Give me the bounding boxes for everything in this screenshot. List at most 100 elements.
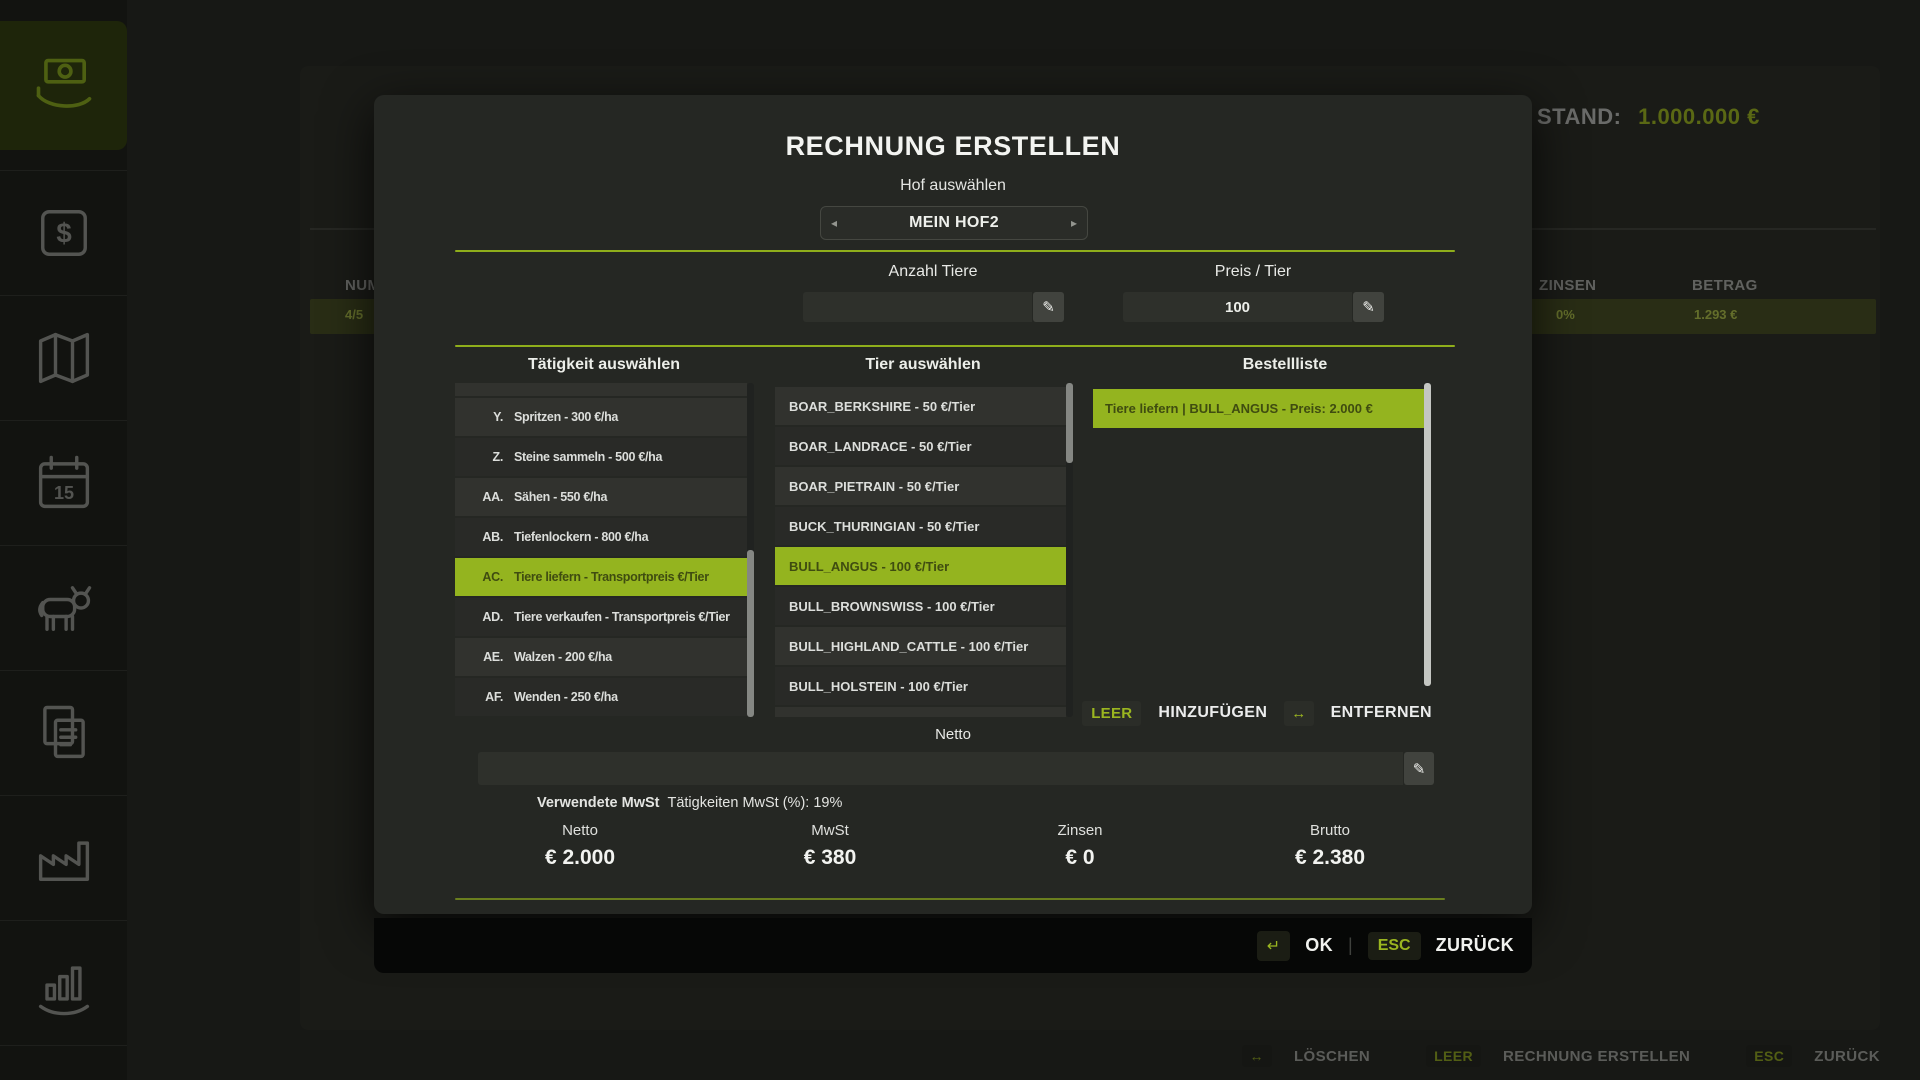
animal-column-header: Tier auswählen xyxy=(773,356,1073,374)
order-list-buttons: LEER HINZUFÜGEN ↔ ENTFERNEN xyxy=(1082,698,1432,728)
activity-list-item[interactable]: AA. Sähen - 550 €/ha xyxy=(455,478,747,516)
farm-selector[interactable]: ◂ MEIN HOF2 ▸ xyxy=(820,206,1088,240)
item-hotkey-prefix: AA. xyxy=(469,490,503,504)
vat-info-bold: Verwendete MwSt xyxy=(537,795,659,811)
next-arrow-icon[interactable]: ▸ xyxy=(1071,216,1077,230)
clipped-list-item xyxy=(775,707,1066,717)
netto-input[interactable] xyxy=(478,752,1403,785)
item-hotkey-prefix: AD. xyxy=(469,610,503,624)
animal-list-item[interactable]: BOAR_LANDRACE - 50 €/Tier xyxy=(775,427,1066,465)
order-list-item[interactable]: Tiere liefern | BULL_ANGUS - Preis: 2.00… xyxy=(1093,389,1424,428)
item-hotkey-prefix: Z. xyxy=(469,450,503,464)
animal-list-item[interactable]: BOAR_PIETRAIN - 50 €/Tier xyxy=(775,467,1066,505)
summary-value: € 2.000 xyxy=(455,846,705,870)
footer-separator: | xyxy=(1348,935,1353,956)
divider xyxy=(455,250,1455,252)
edit-pencil-button[interactable]: ✎ xyxy=(1404,752,1434,785)
summary-value: € 380 xyxy=(705,846,955,870)
preis-tier-field: 100 ✎ xyxy=(1123,292,1384,322)
scrollbar-thumb[interactable] xyxy=(1066,383,1073,463)
order-column-header: Bestellliste xyxy=(1135,356,1435,374)
animal-list-item[interactable]: BULL_HOLSTEIN - 100 €/Tier xyxy=(775,667,1066,705)
activity-column-header: Tätigkeit auswählen xyxy=(454,356,754,374)
activity-list-item[interactable]: AD. Tiere verkaufen - Transportpreis €/T… xyxy=(455,598,747,636)
vat-info-rest: Tätigkeiten MwSt (%): 19% xyxy=(667,795,842,811)
edit-pencil-button[interactable]: ✎ xyxy=(1353,292,1384,322)
item-label: Sähen - 550 €/ha xyxy=(514,490,607,504)
preis-tier-input[interactable]: 100 xyxy=(1123,292,1352,322)
swap-key-icon[interactable]: ↔ xyxy=(1284,701,1313,726)
activity-list-item[interactable]: Z. Steine sammeln - 500 €/ha xyxy=(455,438,747,476)
dialog-title: RECHNUNG ERSTELLEN xyxy=(374,131,1532,162)
farm-select-label: Hof auswählen xyxy=(374,177,1532,195)
item-hotkey-prefix: AC. xyxy=(469,570,503,584)
animal-list-item[interactable]: BUCK_THURINGIAN - 50 €/Tier xyxy=(775,507,1066,545)
activity-list-item[interactable]: AF. Wenden - 250 €/ha xyxy=(455,678,747,716)
animal-list-item[interactable]: BOAR_BERKSHIRE - 50 €/Tier xyxy=(775,387,1066,425)
item-label: Walzen - 200 €/ha xyxy=(514,650,612,664)
ok-button[interactable]: OK xyxy=(1305,935,1333,956)
netto-field: ✎ xyxy=(478,752,1434,785)
enter-key-icon[interactable]: ↵ xyxy=(1257,931,1290,961)
summary-column: Netto € 2.000 xyxy=(455,822,705,870)
order-scrollbar[interactable] xyxy=(1424,383,1431,686)
activity-scrollbar[interactable] xyxy=(747,383,754,717)
create-invoice-dialog: RECHNUNG ERSTELLEN Hof auswählen ◂ MEIN … xyxy=(374,95,1532,973)
item-label: BOAR_BERKSHIRE - 50 €/Tier xyxy=(789,399,975,414)
anzahl-tiere-input[interactable] xyxy=(803,292,1032,322)
summary-label: Brutto xyxy=(1205,822,1455,839)
activity-list-item[interactable]: AE. Walzen - 200 €/ha xyxy=(455,638,747,676)
divider xyxy=(455,345,1455,347)
item-label: Tiere liefern | BULL_ANGUS - Preis: 2.00… xyxy=(1105,401,1373,416)
vat-info-line: Verwendete MwSt Tätigkeiten MwSt (%): 19% xyxy=(537,795,842,811)
esc-key-badge[interactable]: ESC xyxy=(1368,932,1421,960)
item-label: Spritzen - 300 €/ha xyxy=(514,410,618,424)
totals-summary: Netto € 2.000 MwSt € 380 Zinsen € 0 Brut… xyxy=(455,822,1455,870)
dialog-footer-bar: ↵ OK | ESC ZURÜCK xyxy=(374,918,1532,973)
summary-label: MwSt xyxy=(705,822,955,839)
summary-column: Zinsen € 0 xyxy=(955,822,1205,870)
anzahl-tiere-field: ✎ xyxy=(803,292,1064,322)
empty-key-badge[interactable]: LEER xyxy=(1082,701,1141,726)
netto-input-label: Netto xyxy=(374,726,1532,743)
anzahl-tiere-label: Anzahl Tiere xyxy=(803,263,1063,281)
item-label: BOAR_PIETRAIN - 50 €/Tier xyxy=(789,479,959,494)
activity-list: Y. Spritzen - 300 €/ha Z. Steine sammeln… xyxy=(455,383,747,717)
item-label: BULL_HOLSTEIN - 100 €/Tier xyxy=(789,679,968,694)
dialog-panel: RECHNUNG ERSTELLEN Hof auswählen ◂ MEIN … xyxy=(374,95,1532,914)
animal-list-item[interactable]: BULL_HIGHLAND_CATTLE - 100 €/Tier xyxy=(775,627,1066,665)
item-label: Tiere verkaufen - Transportpreis €/Tier xyxy=(514,610,730,624)
item-hotkey-prefix: Y. xyxy=(469,410,503,424)
back-button[interactable]: ZURÜCK xyxy=(1436,935,1514,956)
item-label: Tiefenlockern - 800 €/ha xyxy=(514,530,648,544)
activity-list-item[interactable]: AC. Tiere liefern - Transportpreis €/Tie… xyxy=(455,558,747,596)
item-label: BUCK_THURINGIAN - 50 €/Tier xyxy=(789,519,979,534)
item-label: Steine sammeln - 500 €/ha xyxy=(514,450,662,464)
divider xyxy=(455,898,1445,900)
preis-tier-label: Preis / Tier xyxy=(1123,263,1383,281)
edit-pencil-button[interactable]: ✎ xyxy=(1033,292,1064,322)
animal-scrollbar[interactable] xyxy=(1066,383,1073,717)
prev-arrow-icon[interactable]: ◂ xyxy=(831,216,837,230)
animal-list-item[interactable]: BULL_ANGUS - 100 €/Tier xyxy=(775,547,1066,585)
summary-column: Brutto € 2.380 xyxy=(1205,822,1455,870)
item-label: Wenden - 250 €/ha xyxy=(514,690,618,704)
item-label: BOAR_LANDRACE - 50 €/Tier xyxy=(789,439,972,454)
remove-button[interactable]: ENTFERNEN xyxy=(1331,704,1432,722)
summary-value: € 0 xyxy=(955,846,1205,870)
scrollbar-thumb[interactable] xyxy=(747,550,754,717)
activity-list-item[interactable]: Y. Spritzen - 300 €/ha xyxy=(455,398,747,436)
item-hotkey-prefix: AE. xyxy=(469,650,503,664)
animal-list-item[interactable]: BULL_BROWNSWISS - 100 €/Tier xyxy=(775,587,1066,625)
farm-selector-value: MEIN HOF2 xyxy=(909,214,999,232)
item-label: BULL_HIGHLAND_CATTLE - 100 €/Tier xyxy=(789,639,1028,654)
item-hotkey-prefix: AB. xyxy=(469,530,503,544)
activity-list-item[interactable]: AB. Tiefenlockern - 800 €/ha xyxy=(455,518,747,556)
add-button[interactable]: HINZUFÜGEN xyxy=(1158,704,1267,722)
scrollbar-thumb[interactable] xyxy=(1424,383,1431,686)
clipped-list-item xyxy=(455,383,747,396)
item-hotkey-prefix: AF. xyxy=(469,690,503,704)
summary-label: Zinsen xyxy=(955,822,1205,839)
summary-value: € 2.380 xyxy=(1205,846,1455,870)
order-list: Tiere liefern | BULL_ANGUS - Preis: 2.00… xyxy=(1093,383,1424,686)
